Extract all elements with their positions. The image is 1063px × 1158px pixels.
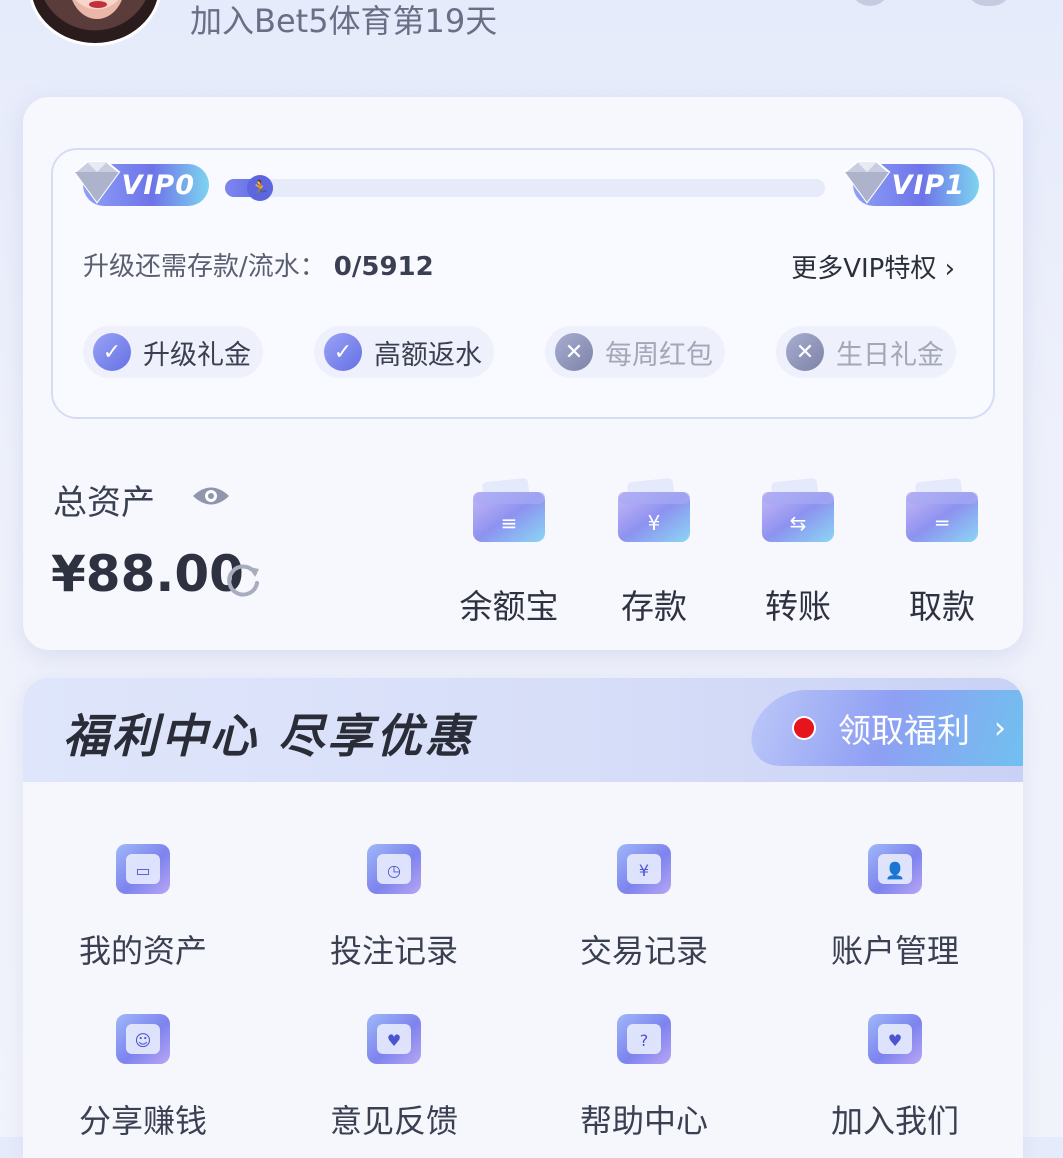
diamond-icon	[73, 161, 121, 204]
runner-icon: 🏃	[247, 175, 273, 201]
welfare-item-6[interactable]: ♥ 意见反馈	[294, 1008, 494, 1142]
svg-text:♥: ♥	[888, 1031, 902, 1050]
welfare-item-label: 分享赚钱	[78, 1102, 207, 1140]
deposit-wallet-icon: ¥	[618, 478, 690, 542]
share-earn-icon: ☺	[116, 1014, 170, 1064]
welfare-title: 福利中心 尽享优惠	[63, 709, 475, 763]
vip-perk-label: 升级礼金	[143, 339, 251, 371]
chevron-right-icon: ›	[994, 710, 1006, 746]
svg-text:═: ═	[935, 511, 949, 535]
notification-dot	[792, 716, 816, 740]
transaction-record-icon: ¥	[617, 844, 671, 894]
claim-welfare-button[interactable]: 领取福利 ›	[768, 690, 1023, 766]
welfare-center: 福利中心 尽享优惠 领取福利 › ▭ 我的资产 ◷ 投注记录 ¥ 交易记录 👤 账户管理 ☺ 分享…	[23, 678, 1023, 1158]
service-icon[interactable]	[850, 0, 890, 6]
vip-current-badge: VIP0	[73, 161, 209, 206]
welfare-item-label: 投注记录	[329, 932, 458, 970]
welfare-item-4[interactable]: 👤 账户管理	[795, 838, 995, 972]
svg-text:≡: ≡	[501, 511, 518, 535]
join-us-icon: ♥	[868, 1014, 922, 1064]
check-icon: ✓	[93, 333, 131, 371]
welfare-item-2[interactable]: ◷ 投注记录	[294, 838, 494, 972]
my-assets-card-icon: ▭	[116, 844, 170, 894]
svg-text:☺: ☺	[135, 1031, 152, 1050]
welfare-item-7[interactable]: ? 帮助中心	[544, 1008, 744, 1142]
svg-text:▭: ▭	[135, 861, 150, 880]
svg-text:👤: 👤	[885, 861, 905, 880]
welfare-item-label: 加入我们	[830, 1102, 959, 1140]
settings-icon[interactable]	[966, 0, 1012, 6]
svg-text:?: ?	[640, 1031, 649, 1050]
diamond-icon	[843, 161, 891, 204]
upgrade-requirement-label: 升级还需存款/流水：	[83, 252, 326, 282]
upgrade-requirement-value: 0/5912	[333, 252, 434, 282]
vip-perk-1: ✓ 升级礼金	[83, 326, 263, 378]
welfare-item-label: 帮助中心	[579, 1102, 708, 1140]
check-icon: ✓	[324, 333, 362, 371]
vip-perk-4: ✕ 生日礼金	[776, 326, 956, 378]
account-card: VIP0 🏃 VIP1 升级还需存款/流水： 0/5912 更多VIP特权 › ✓…	[23, 97, 1023, 650]
svg-text:¥: ¥	[639, 861, 649, 880]
transfer-wallet-icon: ⇆	[762, 478, 834, 542]
vip-perk-label: 生日礼金	[836, 339, 944, 371]
total-balance: ¥88.00	[51, 545, 244, 603]
more-vip-privileges-link[interactable]: 更多VIP特权 ›	[791, 248, 955, 285]
user-avatar[interactable]	[28, 0, 162, 46]
wallet-action-4[interactable]: ═ 取款	[887, 472, 997, 628]
more-vip-privileges-label: 更多VIP特权	[791, 254, 937, 284]
svg-text:⇆: ⇆	[790, 511, 807, 535]
vip-perk-label: 每周红包	[605, 339, 713, 371]
welfare-item-3[interactable]: ¥ 交易记录	[544, 838, 744, 972]
yuebao-wallet-icon: ≡	[473, 478, 545, 542]
eye-icon[interactable]	[191, 483, 231, 509]
cross-icon: ✕	[555, 333, 593, 371]
welfare-item-5[interactable]: ☺ 分享赚钱	[43, 1008, 243, 1142]
wallet-action-label: 存款	[621, 587, 687, 626]
vip-perk-label: 高额返水	[374, 339, 482, 371]
membership-days-text: 加入Bet5体育第19天	[190, 2, 498, 40]
wallet-action-3[interactable]: ⇆ 转账	[743, 472, 853, 628]
refresh-icon[interactable]	[223, 559, 263, 599]
vip-current-label: VIP0	[121, 169, 195, 201]
total-assets-label: 总资产	[53, 483, 155, 523]
vip-next-badge: VIP1	[843, 161, 979, 206]
welfare-item-label: 我的资产	[78, 932, 207, 970]
wallet-action-1[interactable]: ≡ 余额宝	[454, 472, 564, 628]
wallet-action-2[interactable]: ¥ 存款	[599, 472, 709, 628]
vip-perk-2: ✓ 高额返水	[314, 326, 494, 378]
wallet-action-label: 取款	[909, 587, 975, 626]
help-center-icon: ?	[617, 1014, 671, 1064]
withdraw-wallet-icon: ═	[906, 478, 978, 542]
welfare-item-label: 账户管理	[830, 932, 959, 970]
welfare-banner: 福利中心 尽享优惠 领取福利 ›	[23, 678, 1023, 782]
welfare-item-8[interactable]: ♥ 加入我们	[795, 1008, 995, 1142]
chevron-right-icon: ›	[944, 254, 955, 284]
wallet-action-label: 转账	[765, 587, 831, 626]
welfare-item-label: 意见反馈	[329, 1102, 458, 1140]
upgrade-requirement: 升级还需存款/流水： 0/5912	[83, 246, 434, 283]
svg-text:¥: ¥	[648, 511, 661, 535]
wallet-action-label: 余额宝	[459, 587, 559, 626]
cross-icon: ✕	[786, 333, 824, 371]
account-management-icon: 👤	[868, 844, 922, 894]
vip-progress-bar: 🏃	[225, 175, 825, 201]
vip-next-label: VIP1	[891, 169, 965, 201]
svg-text:◷: ◷	[387, 861, 401, 880]
welfare-item-label: 交易记录	[579, 932, 708, 970]
vip-progress-panel: VIP0 🏃 VIP1 升级还需存款/流水： 0/5912 更多VIP特权 › ✓…	[51, 148, 995, 419]
welfare-item-1[interactable]: ▭ 我的资产	[43, 838, 243, 972]
vip-perk-3: ✕ 每周红包	[545, 326, 725, 378]
svg-text:♥: ♥	[387, 1031, 401, 1050]
bet-record-calendar-icon: ◷	[367, 844, 421, 894]
claim-welfare-label: 领取福利	[838, 711, 970, 750]
feedback-envelope-icon: ♥	[367, 1014, 421, 1064]
